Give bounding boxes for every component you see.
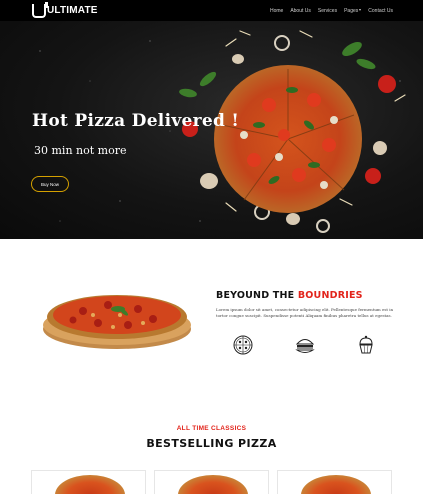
product-card[interactable] [154, 470, 269, 494]
top-navbar: ULTIMATE Home About Us Services Pages Co… [0, 0, 423, 21]
pizza-icon [232, 334, 254, 356]
product-card[interactable] [31, 470, 146, 494]
nav-link-about[interactable]: About Us [290, 8, 311, 14]
nav-link-services[interactable]: Services [318, 8, 337, 14]
nav-link-pages-label: Pages [344, 7, 359, 14]
section-eyebrow: ALL TIME CLASSICS [176, 425, 247, 432]
hero-banner: Hot Pizza Delivered ! 30 min not more Bu… [0, 21, 423, 239]
about-heading-part1: BEYOUND THE [216, 290, 298, 301]
nav-links: Home About Us Services Pages Contact Us [270, 8, 393, 14]
brand-logo[interactable]: ULTIMATE [32, 1, 98, 18]
hero-pizza-image [214, 65, 362, 213]
burger-icon [294, 334, 316, 356]
logo-u-icon [32, 1, 48, 18]
product-image [301, 475, 371, 494]
landing-page: ULTIMATE Home About Us Services Pages Co… [0, 0, 423, 494]
about-heading-part2: BOUNDRIES [297, 290, 363, 301]
hero-title: Hot Pizza Delivered ! [32, 111, 240, 131]
chevron-down-icon [359, 9, 362, 12]
brand-name: ULTIMATE [47, 5, 98, 16]
pizza-toppings [221, 69, 355, 201]
section-title: BESTSELLING PIZZA [146, 437, 277, 450]
nav-link-contact[interactable]: Contact Us [368, 8, 393, 14]
product-image [178, 475, 248, 494]
hero-subtitle: 30 min not more [34, 144, 127, 157]
product-image [55, 475, 125, 494]
about-paragraph: Lorem ipsum dolor sit amet, consectetur … [216, 307, 394, 318]
featured-pizza-image [43, 295, 191, 349]
product-card[interactable] [277, 470, 392, 494]
nav-link-pages[interactable]: Pages [344, 7, 362, 14]
nav-link-home[interactable]: Home [270, 8, 283, 14]
buy-now-button[interactable]: Buy Now [31, 176, 69, 192]
cupcake-icon [355, 334, 377, 356]
about-heading: BEYOUND THE BOUNDRIES [216, 290, 363, 301]
